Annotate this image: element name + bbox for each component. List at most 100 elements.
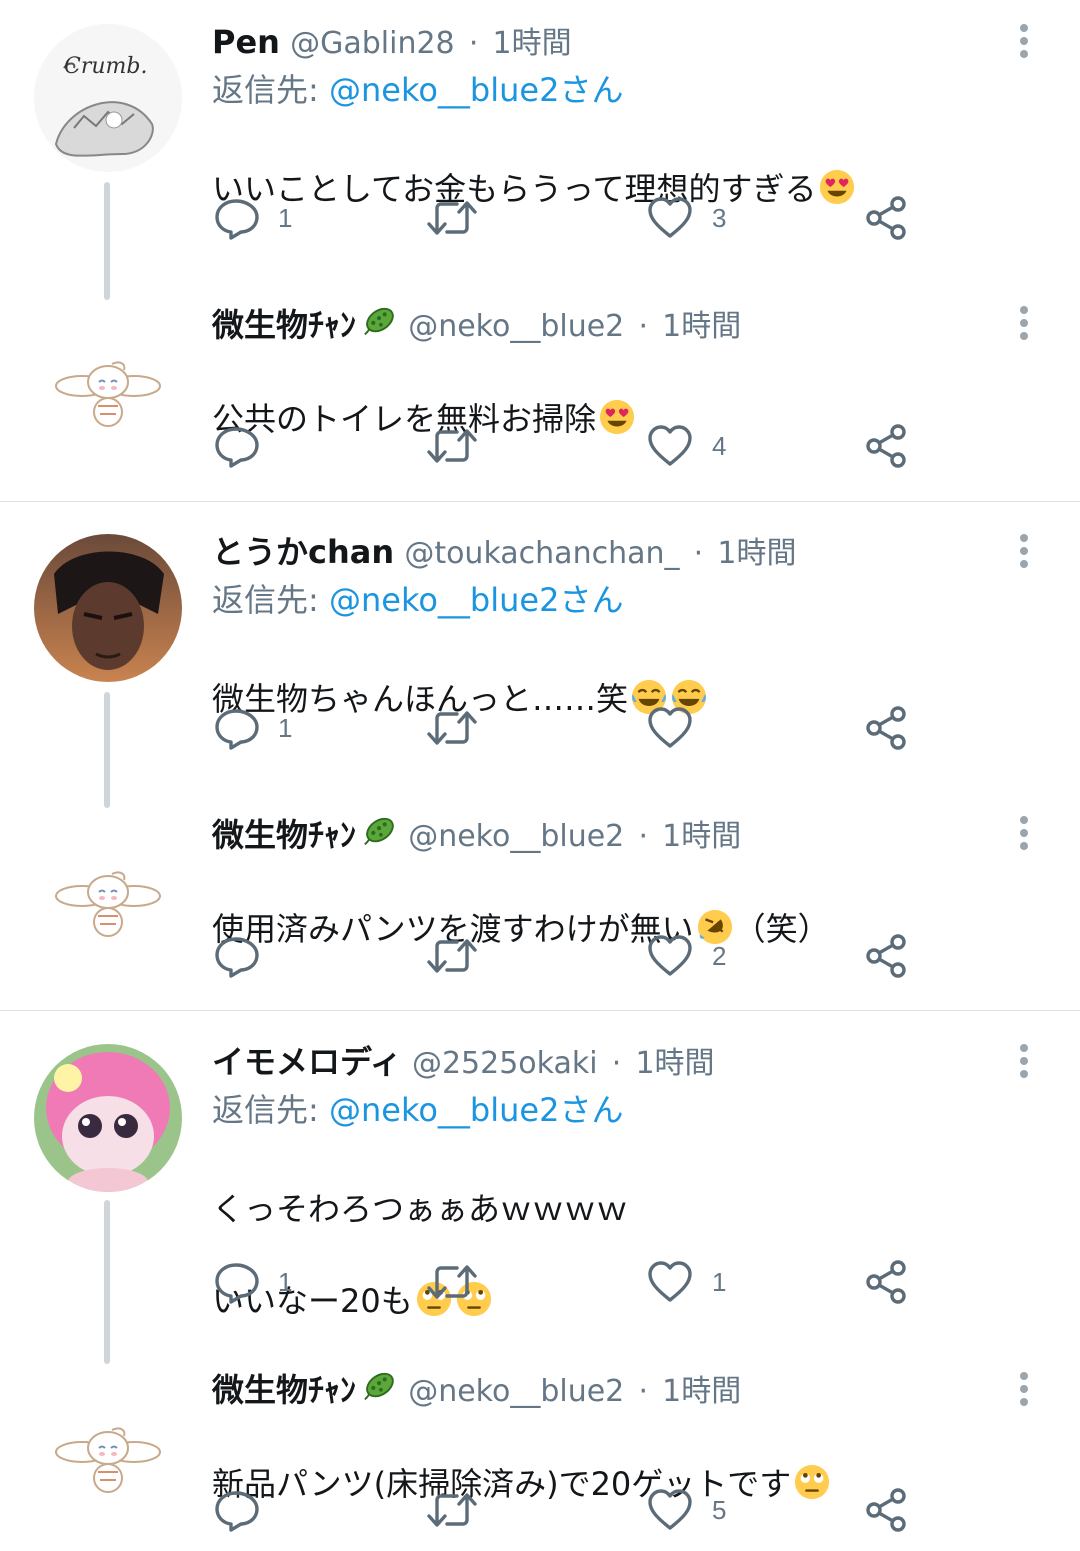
timestamp[interactable]: 1時間 — [493, 26, 572, 61]
handle[interactable]: @neko__blue2 — [408, 819, 624, 854]
like-button[interactable]: 5 — [646, 1485, 726, 1535]
more-options-icon[interactable] — [1012, 814, 1036, 854]
separator-dot: · — [693, 536, 704, 571]
separator-dot: · — [638, 309, 648, 344]
avatar[interactable] — [52, 862, 164, 942]
tweet-text-line-1: くっそわろつぁぁあｗｗｗｗ — [212, 1190, 629, 1228]
tweet-text: くっそわろつぁぁあｗｗｗｗ いいなー20も — [212, 1140, 628, 1370]
display-name[interactable]: 微生物ﾁｬﾝ — [212, 816, 356, 854]
handle[interactable]: @neko__blue2 — [408, 1374, 624, 1409]
reply-count: 1 — [278, 712, 293, 743]
tweet-header: 微生物ﾁｬﾝ @neko__blue2 · 1時間 — [212, 302, 741, 346]
avatar[interactable] — [34, 534, 182, 682]
separator-dot: · — [638, 819, 648, 854]
avatar[interactable] — [52, 1418, 164, 1498]
tweet-actions: 5 — [212, 1485, 932, 1535]
divider — [0, 501, 1080, 502]
display-name[interactable]: イモメロディ — [212, 1043, 402, 1081]
like-icon — [646, 1486, 694, 1534]
timestamp[interactable]: 1時間 — [635, 1046, 714, 1081]
share-button[interactable] — [862, 1485, 910, 1535]
like-button[interactable] — [646, 703, 712, 753]
like-count: 1 — [712, 1266, 727, 1297]
reply-button[interactable]: 1 — [212, 193, 292, 243]
timestamp[interactable]: 1時間 — [717, 536, 796, 571]
share-button[interactable] — [862, 931, 910, 981]
separator-dot: · — [468, 26, 479, 61]
share-icon — [862, 704, 910, 752]
reply-to-mention[interactable]: @neko__blue2さん — [329, 581, 623, 619]
timestamp[interactable]: 1時間 — [662, 309, 741, 344]
reply-icon — [212, 422, 260, 470]
reply-button[interactable] — [212, 421, 278, 471]
more-options-icon[interactable] — [1012, 1370, 1036, 1410]
retweet-button[interactable] — [426, 1257, 496, 1307]
more-options-icon[interactable] — [1012, 304, 1036, 344]
display-name[interactable]: 微生物ﾁｬﾝ — [212, 306, 356, 344]
microbe-icon — [360, 812, 398, 850]
reply-button[interactable]: 1 — [212, 1257, 292, 1307]
separator-dot: · — [611, 1046, 622, 1081]
display-name[interactable]: Pen — [212, 23, 280, 61]
display-name[interactable]: とうかchan — [212, 533, 394, 571]
reply-to-mention[interactable]: @neko__blue2さん — [329, 1091, 623, 1129]
share-button[interactable] — [862, 703, 910, 753]
like-button[interactable]: 3 — [646, 193, 726, 243]
retweet-icon — [426, 932, 478, 980]
share-button[interactable] — [862, 1257, 910, 1307]
divider — [0, 1010, 1080, 1011]
thread-group-1: Crumb. Pen @Gablin28 · 1時間 返信先: @neko__b… — [0, 0, 1080, 502]
retweet-button[interactable] — [426, 703, 496, 753]
like-button[interactable]: 4 — [646, 421, 726, 471]
tweet-actions: 1 3 — [212, 193, 932, 243]
like-count: 4 — [712, 430, 727, 461]
display-name[interactable]: 微生物ﾁｬﾝ — [212, 1371, 356, 1409]
avatar[interactable] — [34, 1044, 182, 1192]
thread-connector — [104, 182, 110, 300]
retweet-icon — [426, 1486, 478, 1534]
timestamp[interactable]: 1時間 — [662, 1374, 741, 1409]
handle[interactable]: @Gablin28 — [290, 26, 455, 61]
retweet-icon — [426, 194, 478, 242]
avatar[interactable]: Crumb. — [34, 24, 182, 172]
handle[interactable]: @2525okaki — [412, 1046, 598, 1081]
share-icon — [862, 1258, 910, 1306]
more-options-icon[interactable] — [1012, 532, 1036, 572]
timestamp[interactable]: 1時間 — [662, 819, 741, 854]
reply-icon — [212, 704, 260, 752]
tweet-actions: 4 — [212, 421, 932, 471]
retweet-button[interactable] — [426, 931, 496, 981]
handle[interactable]: @toukachanchan_ — [404, 536, 679, 571]
reply-icon — [212, 932, 260, 980]
microbe-icon — [360, 1367, 398, 1405]
thread-connector — [104, 692, 110, 808]
share-icon — [862, 932, 910, 980]
reply-to-line: 返信先: @neko__blue2さん — [212, 68, 623, 112]
retweet-icon — [426, 422, 478, 470]
more-options-icon[interactable] — [1012, 1042, 1036, 1082]
separator-dot: · — [638, 1374, 648, 1409]
tweet-header: Pen @Gablin28 · 1時間 — [212, 20, 572, 64]
reply-button[interactable] — [212, 931, 278, 981]
avatar[interactable] — [52, 352, 164, 432]
handle[interactable]: @neko__blue2 — [408, 309, 624, 344]
retweet-button[interactable] — [426, 193, 496, 243]
more-options-icon[interactable] — [1012, 22, 1036, 62]
share-icon — [862, 194, 910, 242]
reply-button[interactable] — [212, 1485, 278, 1535]
reply-to-label: 返信先: — [212, 1091, 329, 1129]
like-icon — [646, 704, 694, 752]
retweet-button[interactable] — [426, 421, 496, 471]
like-button[interactable]: 2 — [646, 931, 726, 981]
tweet-actions: 2 — [212, 931, 932, 981]
reply-button[interactable]: 1 — [212, 703, 292, 753]
like-icon — [646, 194, 694, 242]
thread-group-2: とうかchan @toukachanchan_ · 1時間 返信先: @neko… — [0, 510, 1080, 1010]
share-button[interactable] — [862, 421, 910, 471]
tweet-actions: 1 — [212, 703, 932, 753]
retweet-button[interactable] — [426, 1485, 496, 1535]
like-button[interactable]: 1 — [646, 1257, 726, 1307]
share-button[interactable] — [862, 193, 910, 243]
reply-to-line: 返信先: @neko__blue2さん — [212, 1088, 623, 1132]
reply-to-mention[interactable]: @neko__blue2さん — [329, 71, 623, 109]
